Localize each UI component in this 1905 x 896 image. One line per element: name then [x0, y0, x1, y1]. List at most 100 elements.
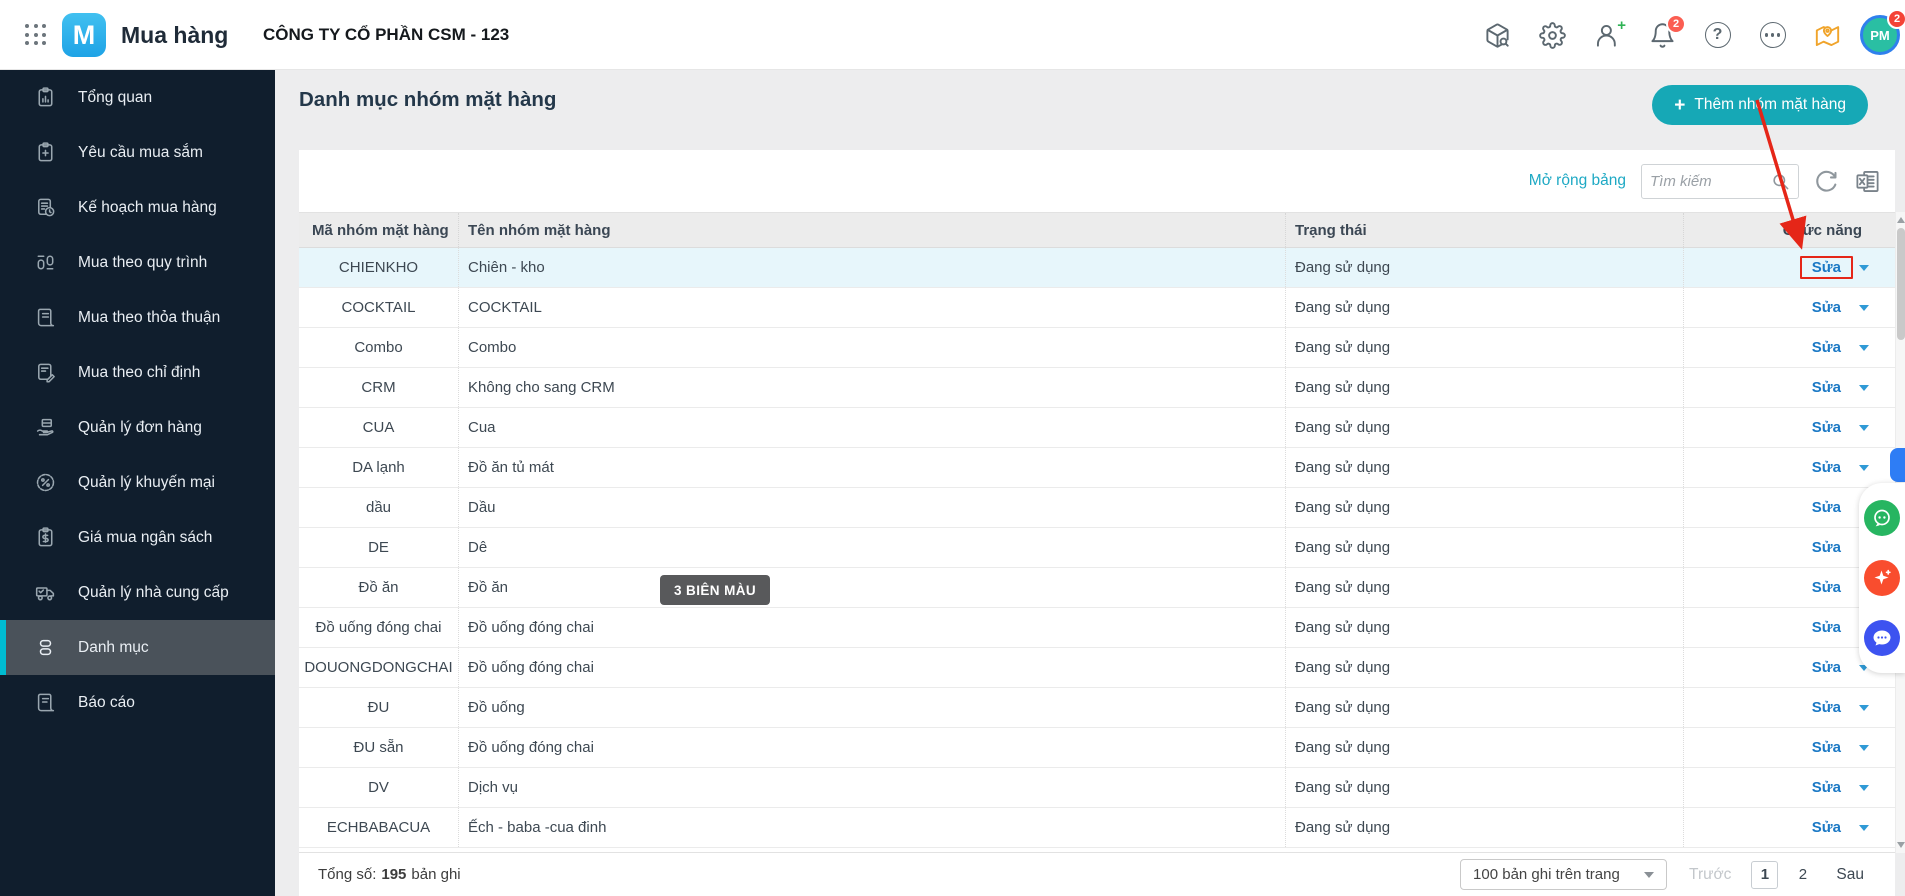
process-icon	[34, 251, 57, 274]
chevron-down-icon[interactable]	[1859, 824, 1869, 831]
edit-link[interactable]: Sửa	[1800, 416, 1853, 439]
ai-assistant-button[interactable]	[1864, 560, 1900, 596]
table-row[interactable]: DV Dịch vụ Đang sử dụng Sửa	[299, 768, 1895, 808]
scroll-down-arrow-icon[interactable]	[1897, 842, 1905, 848]
support-chat-button[interactable]	[1864, 500, 1900, 536]
sidebar-item-1[interactable]: Tổng quan	[0, 70, 275, 125]
edit-link[interactable]: Sửa	[1800, 496, 1853, 519]
cell-status: Đang sử dụng	[1285, 408, 1683, 447]
cell-status: Đang sử dụng	[1285, 488, 1683, 527]
table-row[interactable]: ĐU Đồ uống Đang sử dụng Sửa	[299, 688, 1895, 728]
sidebar-item-4[interactable]: Mua theo quy trình	[0, 235, 275, 290]
table-row[interactable]: CUA Cua Đang sử dụng Sửa	[299, 408, 1895, 448]
sidebar-item-label: Tổng quan	[78, 88, 153, 106]
sidebar-item-2[interactable]: Yêu cầu mua sắm	[0, 125, 275, 180]
sidebar-item-11[interactable]: Danh mục	[0, 620, 275, 675]
cell-name: Chiên - kho	[458, 248, 1285, 287]
edit-link[interactable]: Sửa	[1800, 776, 1853, 799]
scrollbar-thumb[interactable]	[1897, 228, 1905, 340]
edit-link[interactable]: Sửa	[1800, 376, 1853, 399]
sidebar-item-12[interactable]: Báo cáo	[0, 675, 275, 730]
chevron-down-icon[interactable]	[1859, 784, 1869, 791]
column-header-code[interactable]: Mã nhóm mặt hàng	[299, 213, 458, 247]
chevron-down-icon[interactable]	[1859, 264, 1869, 271]
app-logo[interactable]: M	[62, 13, 106, 57]
expand-table-link[interactable]: Mở rộng bảng	[1529, 172, 1626, 190]
chevron-down-icon[interactable]	[1859, 744, 1869, 751]
user-avatar[interactable]: PM 2	[1860, 9, 1905, 55]
column-header-name[interactable]: Tên nhóm mặt hàng	[458, 213, 1285, 247]
sidebar-item-8[interactable]: Quản lý khuyến mại	[0, 455, 275, 510]
page-button-2[interactable]: 2	[1789, 861, 1816, 889]
edit-link[interactable]: Sửa	[1800, 816, 1853, 839]
search-input[interactable]	[1650, 172, 1762, 190]
total-label: Tổng số:	[318, 866, 377, 883]
edit-link[interactable]: Sửa	[1800, 336, 1853, 359]
add-item-group-button[interactable]: + Thêm nhóm mặt hàng	[1652, 85, 1868, 125]
table-row[interactable]: CRM Không cho sang CRM Đang sử dụng Sửa	[299, 368, 1895, 408]
page-size-select[interactable]: 100 bản ghi trên trang	[1460, 859, 1668, 890]
table-row[interactable]: CHIENKHO Chiên - kho Đang sử dụng Sửa	[299, 248, 1895, 288]
sidebar-item-5[interactable]: Mua theo thỏa thuận	[0, 290, 275, 345]
page-button-1[interactable]: 1	[1751, 860, 1779, 889]
edit-link[interactable]: Sửa	[1800, 696, 1853, 719]
sidebar-item-6[interactable]: Mua theo chỉ định	[0, 345, 275, 400]
edit-link[interactable]: Sửa	[1800, 456, 1853, 479]
table-row[interactable]: ĐU sẵn Đồ uống đóng chai Đang sử dụng Sửa	[299, 728, 1895, 768]
chevron-down-icon[interactable]	[1859, 304, 1869, 311]
table-row[interactable]: Đồ uống đóng chai Đồ uống đóng chai Đang s…	[299, 608, 1895, 648]
sidebar-item-label: Giá mua ngân sách	[78, 528, 213, 546]
table-row[interactable]: COCKTAIL COCKTAIL Đang sử dụng Sửa	[299, 288, 1895, 328]
table-row[interactable]: DOUONGDONGCHAI Đồ uống đóng chai Đang sử d…	[299, 648, 1895, 688]
add-user-icon[interactable]: +	[1594, 18, 1626, 49]
table-toolbar: Mở rộng bảng	[299, 150, 1895, 212]
messenger-button[interactable]	[1864, 620, 1900, 656]
sidebar-item-3[interactable]: Kế hoạch mua hàng	[0, 180, 275, 235]
table-row[interactable]: dầu Dầu Đang sử dụng Sửa	[299, 488, 1895, 528]
next-page-button[interactable]: Sau	[1836, 866, 1864, 884]
refresh-icon[interactable]	[1814, 169, 1839, 194]
chevron-down-icon[interactable]	[1859, 344, 1869, 351]
top-icon-row: + 2 ?	[1484, 0, 1841, 70]
edit-link[interactable]: Sửa	[1799, 256, 1853, 279]
more-icon[interactable]	[1759, 22, 1786, 49]
chevron-down-icon[interactable]	[1859, 424, 1869, 431]
help-icon[interactable]: ?	[1704, 22, 1731, 49]
table-row[interactable]: ECHBABACUA Ếch - baba -cua đinh Đang sử dụ…	[299, 808, 1895, 848]
edit-link[interactable]: Sửa	[1800, 616, 1853, 639]
hand-box-icon	[34, 416, 57, 439]
table-row[interactable]: DA lạnh Đồ ăn tủ mát Đang sử dụng Sửa	[299, 448, 1895, 488]
table-row[interactable]: DE Dê Đang sử dụng Sửa	[299, 528, 1895, 568]
scroll-up-arrow-icon[interactable]	[1897, 217, 1905, 223]
edit-link[interactable]: Sửa	[1800, 536, 1853, 559]
edit-link[interactable]: Sửa	[1800, 296, 1853, 319]
table-row[interactable]: Đồ ăn Đồ ăn Đang sử dụng Sửa	[299, 568, 1895, 608]
cell-status: Đang sử dụng	[1285, 768, 1683, 807]
sidebar-item-10[interactable]: Quản lý nhà cung cấp	[0, 565, 275, 620]
chevron-down-icon[interactable]	[1859, 464, 1869, 471]
export-excel-icon[interactable]	[1854, 168, 1881, 195]
sidebar-item-7[interactable]: Quản lý đơn hàng	[0, 400, 275, 455]
prev-page-button[interactable]: Trước	[1689, 866, 1731, 884]
company-name[interactable]: CÔNG TY CỔ PHẦN CSM - 123	[263, 0, 509, 70]
column-header-actions[interactable]: Chức năng	[1683, 213, 1895, 247]
column-header-status[interactable]: Trạng thái	[1285, 213, 1683, 247]
edit-link[interactable]: Sửa	[1800, 656, 1853, 679]
sidebar-item-label: Mua theo chỉ định	[78, 363, 201, 381]
table-row[interactable]: Combo Combo Đang sử dụng Sửa	[299, 328, 1895, 368]
package-search-icon[interactable]	[1484, 22, 1511, 49]
map-tips-icon[interactable]	[1814, 22, 1841, 49]
cell-code: DE	[368, 539, 389, 556]
apps-grid-icon[interactable]	[25, 24, 48, 47]
edit-link[interactable]: Sửa	[1800, 576, 1853, 599]
gear-icon[interactable]	[1539, 21, 1566, 49]
search-box	[1641, 163, 1799, 199]
chevron-down-icon[interactable]	[1859, 384, 1869, 391]
cell-status: Đang sử dụng	[1285, 248, 1683, 287]
bell-icon[interactable]: 2	[1649, 13, 1686, 49]
sidebar-item-9[interactable]: Giá mua ngân sách	[0, 510, 275, 565]
side-panel-handle[interactable]	[1890, 448, 1905, 482]
search-icon[interactable]	[1771, 172, 1790, 191]
chevron-down-icon[interactable]	[1859, 704, 1869, 711]
edit-link[interactable]: Sửa	[1800, 736, 1853, 759]
